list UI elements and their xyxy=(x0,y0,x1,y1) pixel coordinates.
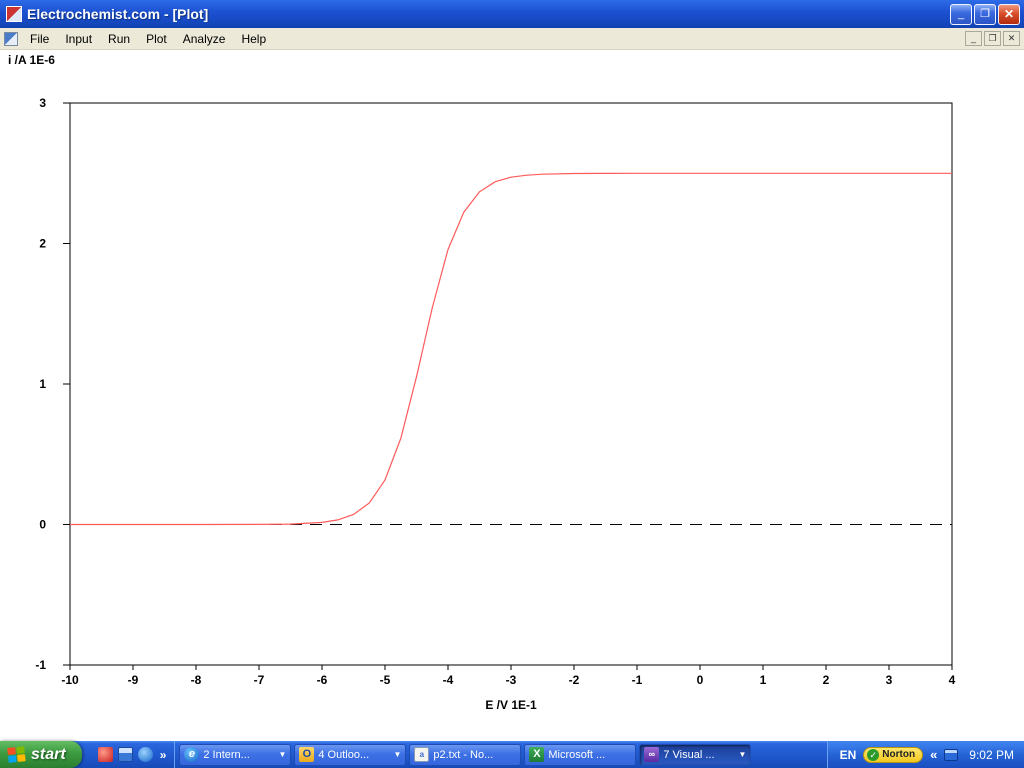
hide-icons-chevron[interactable]: « xyxy=(930,747,937,762)
quick-launch-red-app-icon[interactable] xyxy=(98,747,113,762)
menu-item-run[interactable]: Run xyxy=(100,29,138,49)
child-close-button[interactable]: ✕ xyxy=(1003,31,1020,46)
x-tick-label: -2 xyxy=(569,673,580,687)
x-tick-label: -7 xyxy=(254,673,265,687)
close-button[interactable]: ✕ xyxy=(998,4,1020,25)
app-icon xyxy=(6,6,22,22)
task-buttons: e 2 Intern... ▼ O 4 Outloo... ▼ a p2.txt - No..… xyxy=(175,741,826,768)
x-tick-label: -5 xyxy=(380,673,391,687)
system-tray: EN ✓ Norton « 9:02 PM xyxy=(827,741,1024,768)
y-tick-label: 2 xyxy=(39,237,46,251)
menu-item-input[interactable]: Input xyxy=(57,29,100,49)
clock: 9:02 PM xyxy=(965,748,1014,762)
menu-item-plot[interactable]: Plot xyxy=(138,29,175,49)
quick-launch-bar: » xyxy=(92,741,176,768)
taskbar-button-4[interactable]: X Microsoft ... xyxy=(524,744,636,766)
title-bar: Electrochemist.com - [Plot] _ ❐ ✕ xyxy=(0,0,1024,28)
x-tick-label: 0 xyxy=(697,673,704,687)
start-button[interactable]: start xyxy=(0,741,82,768)
norton-label: Norton xyxy=(882,749,915,760)
x-tick-label: -10 xyxy=(61,673,79,687)
quick-launch-browser-icon[interactable] xyxy=(138,747,153,762)
group-dropdown-arrow-icon[interactable]: ▼ xyxy=(278,750,286,759)
menu-item-help[interactable]: Help xyxy=(233,29,274,49)
internet-explorer-icon: e xyxy=(184,747,199,762)
menu-item-file[interactable]: File xyxy=(22,29,57,49)
taskbar-button-label: Microsoft ... xyxy=(548,749,631,761)
x-axis-label: E /V 1E-1 xyxy=(485,698,537,712)
plot-canvas: -10-9-8-7-6-5-4-3-2-101234-10123i /A 1E-… xyxy=(0,50,1024,741)
norton-badge[interactable]: ✓ Norton xyxy=(863,747,923,763)
x-tick-label: 1 xyxy=(760,673,767,687)
notepad-icon: a xyxy=(414,747,429,762)
child-minimize-button[interactable]: _ xyxy=(965,31,982,46)
quick-launch-desktop-icon[interactable] xyxy=(118,747,133,762)
x-tick-label: -8 xyxy=(191,673,202,687)
x-tick-label: -1 xyxy=(632,673,643,687)
y-tick-label: 3 xyxy=(39,96,46,110)
minimize-button[interactable]: _ xyxy=(950,4,972,25)
y-tick-label: -1 xyxy=(35,658,46,672)
restore-button[interactable]: ❐ xyxy=(974,4,996,25)
x-tick-label: -9 xyxy=(128,673,139,687)
x-tick-label: 4 xyxy=(949,673,956,687)
excel-icon: X xyxy=(529,747,544,762)
norton-check-icon: ✓ xyxy=(867,749,879,761)
taskbar-button-label: 2 Intern... xyxy=(203,749,274,761)
taskbar-button-label: 7 Visual ... xyxy=(663,749,734,761)
quick-launch-overflow-chevron[interactable]: » xyxy=(158,748,169,762)
group-dropdown-arrow-icon[interactable]: ▼ xyxy=(393,750,401,759)
plot-client-area: -10-9-8-7-6-5-4-3-2-101234-10123i /A 1E-… xyxy=(0,50,1024,741)
network-tray-icon[interactable] xyxy=(944,749,958,761)
taskbar: start » e 2 Intern... ▼ O 4 Outloo... ▼ a p2.tx… xyxy=(0,741,1024,768)
y-tick-label: 1 xyxy=(39,377,46,391)
taskbar-button-label: p2.txt - No... xyxy=(433,749,516,761)
visual-studio-icon: ∞ xyxy=(644,747,659,762)
taskbar-button-5[interactable]: ∞ 7 Visual ... ▼ xyxy=(639,744,751,766)
language-indicator[interactable]: EN xyxy=(840,748,857,762)
menu-item-analyze[interactable]: Analyze xyxy=(175,29,234,49)
y-tick-label: 0 xyxy=(39,518,46,532)
taskbar-button-label: 4 Outloo... xyxy=(318,749,389,761)
menu-items: FileInputRunPlotAnalyzeHelp xyxy=(22,29,965,49)
start-label: start xyxy=(31,746,66,764)
x-tick-label: -3 xyxy=(506,673,517,687)
x-tick-label: -6 xyxy=(317,673,328,687)
menu-bar: FileInputRunPlotAnalyzeHelp _ ❐ ✕ xyxy=(0,28,1024,50)
x-tick-label: 3 xyxy=(886,673,893,687)
windows-flag-icon xyxy=(7,746,27,764)
group-dropdown-arrow-icon[interactable]: ▼ xyxy=(738,750,746,759)
taskbar-button-1[interactable]: e 2 Intern... ▼ xyxy=(179,744,291,766)
x-tick-label: -4 xyxy=(443,673,454,687)
taskbar-button-3[interactable]: a p2.txt - No... xyxy=(409,744,521,766)
plot-child-window-icon xyxy=(4,32,18,46)
y-axis-label: i /A 1E-6 xyxy=(8,53,55,67)
window-title: Electrochemist.com - [Plot] xyxy=(27,6,950,22)
taskbar-button-2[interactable]: O 4 Outloo... ▼ xyxy=(294,744,406,766)
child-restore-button[interactable]: ❐ xyxy=(984,31,1001,46)
outlook-icon: O xyxy=(299,747,314,762)
plot-frame xyxy=(70,103,952,665)
x-tick-label: 2 xyxy=(823,673,830,687)
